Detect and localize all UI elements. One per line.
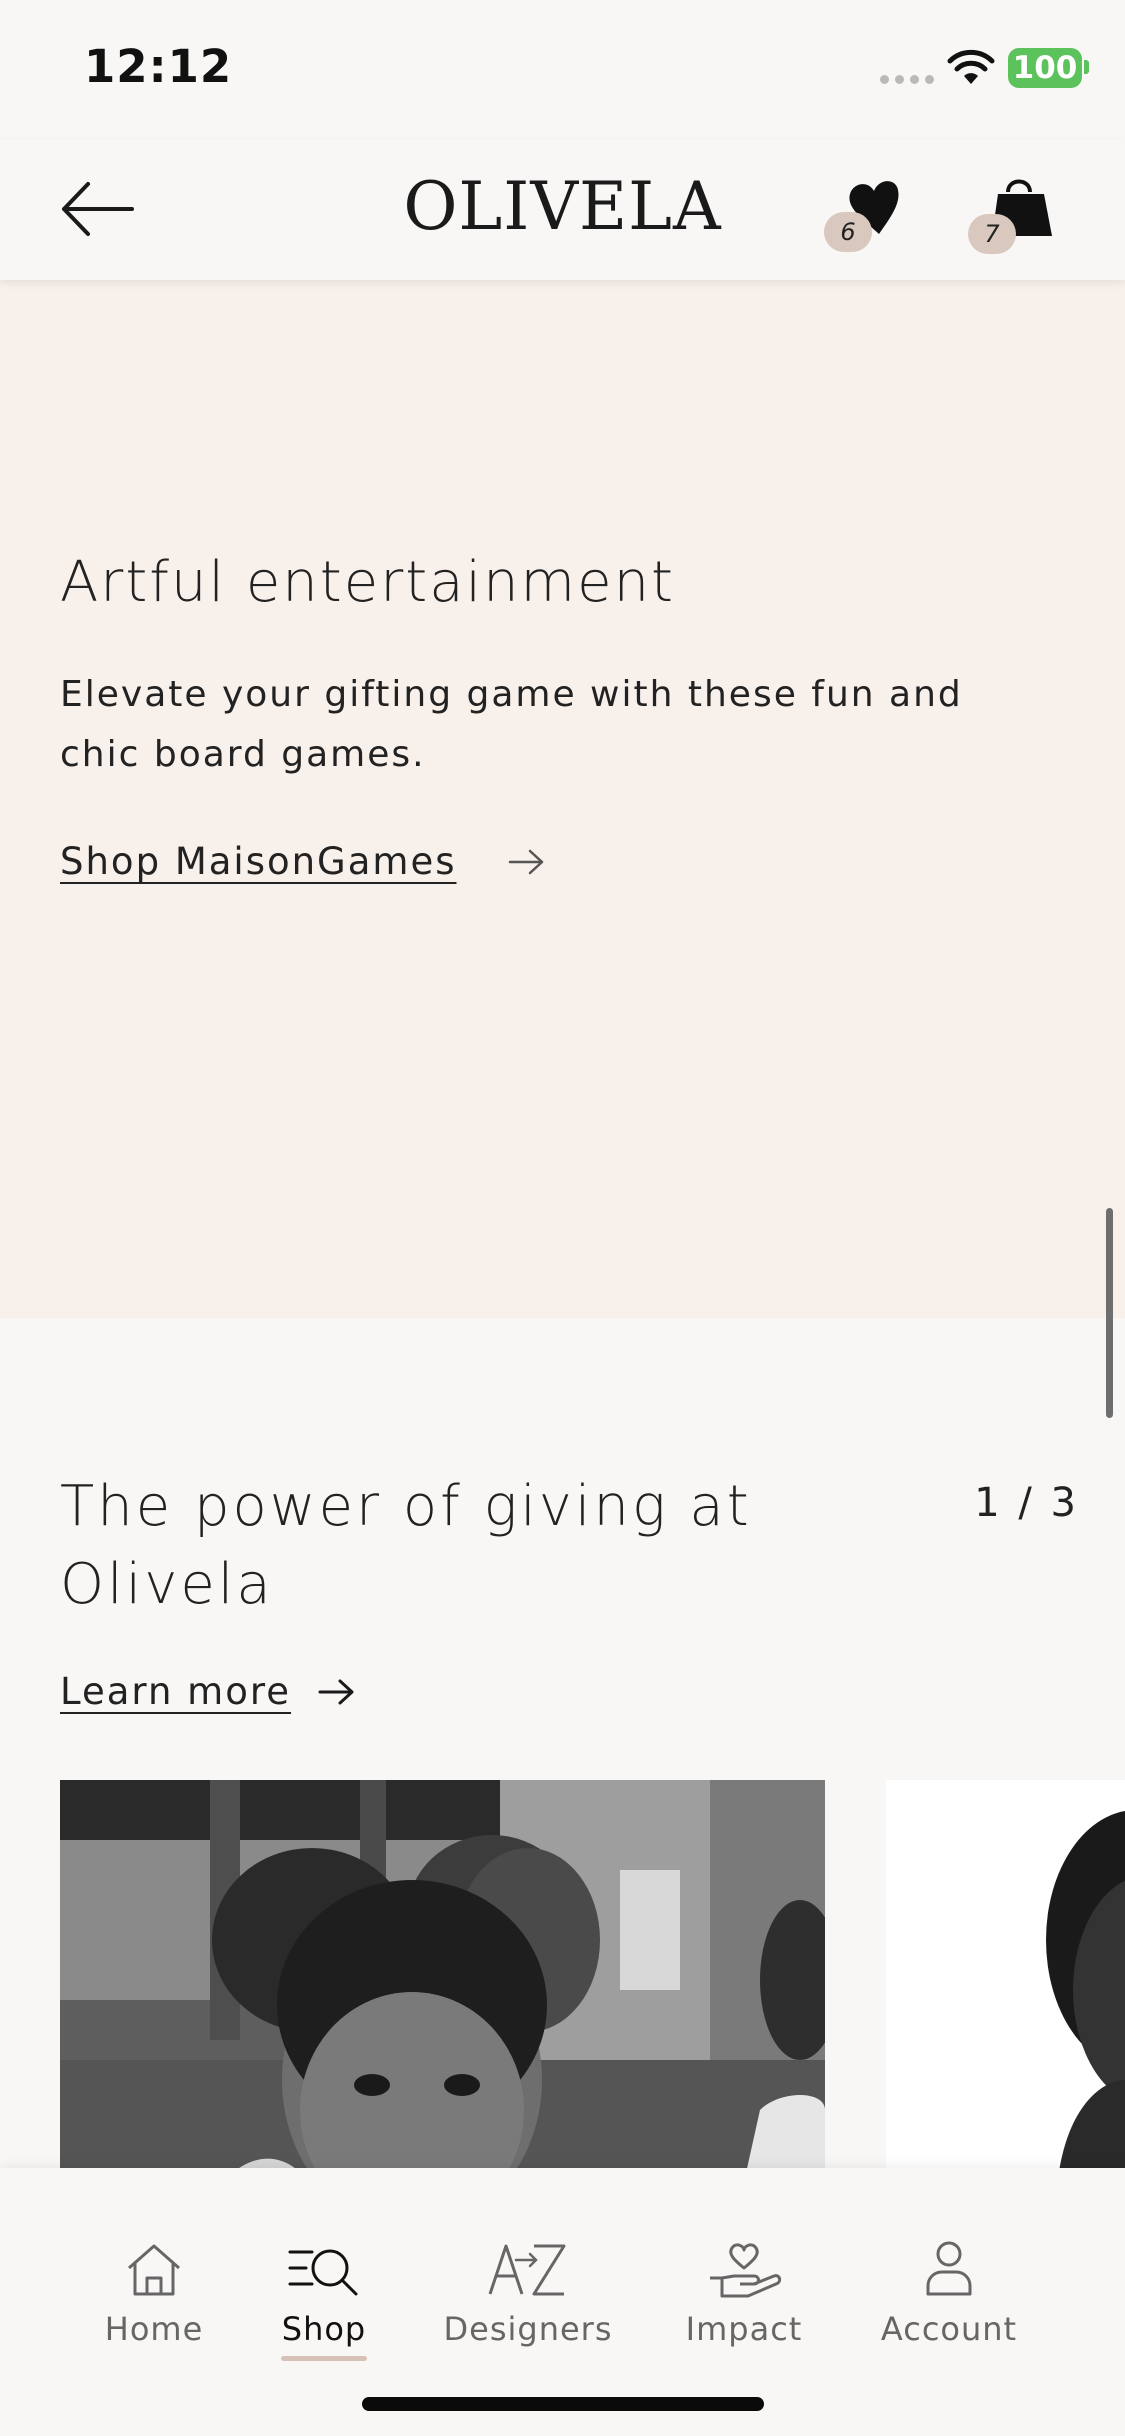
children-photo-image: [60, 1780, 825, 2200]
tab-account[interactable]: Account: [874, 2238, 1024, 2358]
shop-maisongames-link[interactable]: Shop MaisonGames: [60, 840, 547, 883]
active-tab-indicator: [281, 2356, 367, 2361]
status-time: 12:12: [84, 40, 233, 93]
promo-description: Elevate your gifting game with these fun…: [60, 674, 963, 775]
tab-impact[interactable]: Impact: [674, 2238, 814, 2358]
app-header: OLIVELA 6 7: [0, 140, 1125, 280]
brand-logo[interactable]: OLIVELA: [360, 168, 765, 245]
carousel-counter: 1 / 3: [974, 1480, 1079, 1526]
bag-count-badge: 7: [968, 214, 1016, 254]
tab-home[interactable]: Home: [84, 2238, 224, 2358]
shop-maisongames-label: Shop MaisonGames: [60, 840, 457, 883]
arrow-right-icon: [318, 1679, 354, 1704]
tab-designers[interactable]: Designers: [438, 2238, 618, 2358]
tab-shop[interactable]: Shop: [254, 2238, 394, 2358]
tab-account-label: Account: [880, 2310, 1018, 2348]
tab-designers-label: Designers: [443, 2310, 613, 2348]
a-to-z-icon: [488, 2244, 566, 2296]
tab-home-label: Home: [104, 2310, 204, 2348]
home-icon: [128, 2244, 180, 2296]
heart-hand-icon: [710, 2243, 782, 2298]
battery-cap: [1084, 60, 1089, 74]
child-photo-image: [886, 1780, 1125, 2200]
tab-shop-label: Shop: [281, 2310, 367, 2348]
person-icon: [926, 2241, 972, 2296]
arrow-right-icon: [508, 849, 543, 874]
shopping-bag-button[interactable]: 7: [968, 174, 1058, 254]
status-bar: 12:12 100: [0, 0, 1125, 140]
promo-title: Artful entertainment: [60, 550, 676, 615]
home-indicator[interactable]: [362, 2397, 764, 2411]
giving-title: The power of giving at Olivela: [60, 1474, 752, 1617]
bottom-tab-bar: Home Shop Designers Impact Account: [0, 2168, 1125, 2436]
learn-more-label: Learn more: [60, 1670, 292, 1713]
tab-impact-label: Impact: [685, 2310, 803, 2348]
carousel-photo-children[interactable]: [60, 1780, 825, 2200]
battery-icon: 100: [1008, 48, 1082, 88]
wishlist-button[interactable]: 6: [824, 174, 914, 254]
promo-section: Artful entertainment Elevate your giftin…: [0, 280, 1125, 1318]
shop-search-icon: [288, 2249, 358, 2296]
wishlist-count-badge: 6: [824, 212, 872, 252]
carousel-photo-next[interactable]: [886, 1780, 1125, 2200]
back-arrow-icon[interactable]: [58, 176, 138, 242]
wifi-icon: [947, 49, 995, 84]
learn-more-link[interactable]: Learn more: [60, 1670, 357, 1713]
cellular-signal-icon: [880, 75, 934, 84]
